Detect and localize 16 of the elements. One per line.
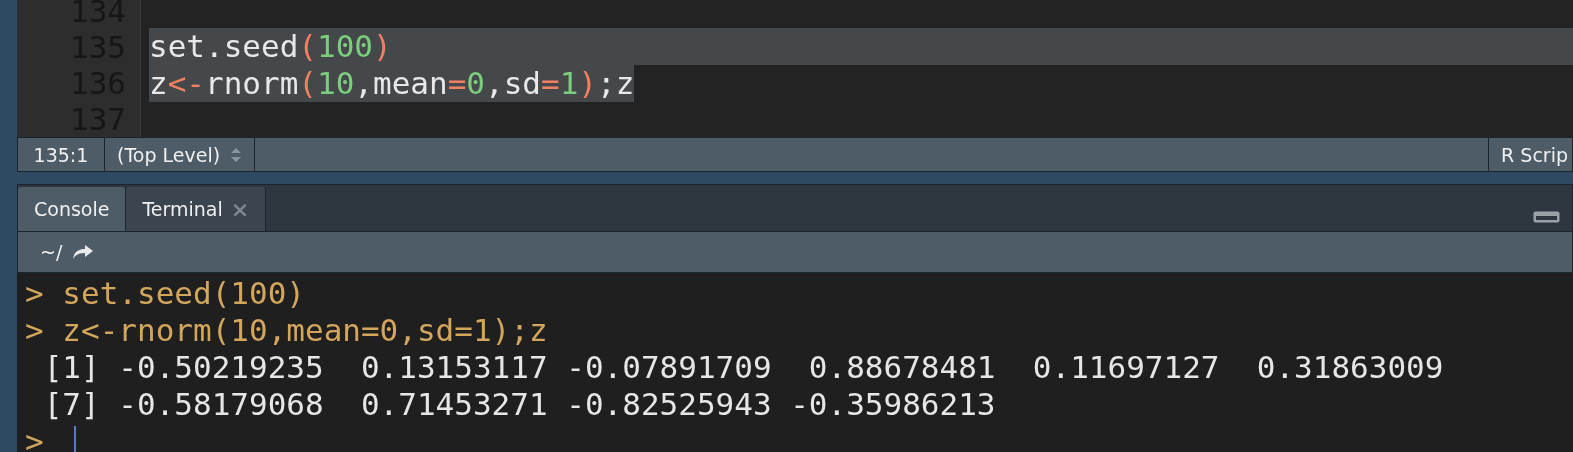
console-input-line: > set.seed(100) [24, 275, 306, 312]
up-down-icon [230, 146, 243, 163]
console-output[interactable]: > set.seed(100) > z<-rnorm(10,mean=0,sd=1);z [1] -0.50219235 0.13153117 -0.07891709 0.88678481 0.11697127 0.31863009 [7] -0.58179068 0.71453271 -0.82525943 -0.35986213 > [17, 273, 1573, 452]
text-cursor [73, 425, 76, 452]
file-type[interactable]: R Scrip [1501, 143, 1568, 166]
minimize-icon[interactable] [1533, 211, 1560, 223]
console-output-line: [7] -0.58179068 0.71453271 -0.82525943 -0.35986213 [42, 386, 997, 423]
scope-selector[interactable]: (Top Level) [117, 143, 221, 166]
working-directory: ~/ [40, 241, 63, 263]
panel-tab[interactable]: Console [18, 187, 127, 231]
console-prompt: > [25, 423, 44, 452]
console-output-line: [1] -0.50219235 0.13153117 -0.07891709 0.88678481 0.11697127 0.31863009 [42, 349, 1445, 386]
arrow-icon[interactable] [72, 244, 95, 260]
console-input-line: > z<-rnorm(10,mean=0,sd=1);z [24, 312, 549, 349]
cursor-position: 135:1 [33, 143, 89, 166]
panel-tab[interactable]: Terminal × [126, 187, 267, 231]
